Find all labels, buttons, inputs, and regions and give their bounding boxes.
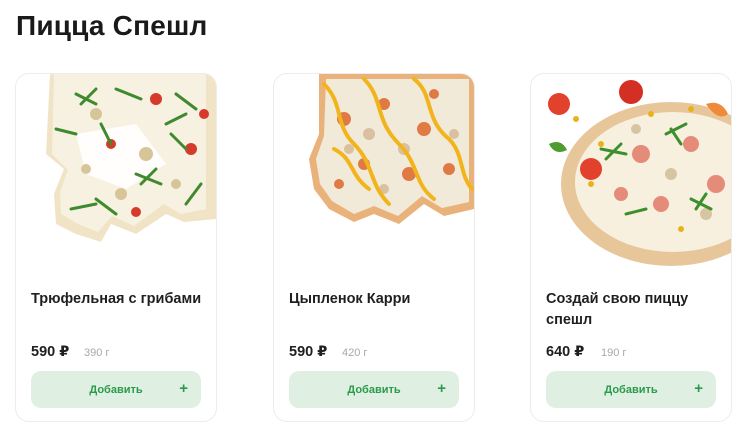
add-button-label: Добавить: [347, 383, 401, 396]
product-image[interactable]: [531, 74, 731, 279]
add-button[interactable]: Добавить +: [546, 371, 716, 408]
product-title: Трюфельная с грибами: [31, 291, 202, 307]
product-weight: 190 г: [601, 347, 627, 359]
product-weight: 390 г: [84, 347, 110, 359]
product-title: Создай свою пиццу спешл: [546, 291, 689, 328]
plus-icon: +: [179, 380, 188, 397]
product-card-truffle[interactable]: Трюфельная с грибами 590 ₽ 390 г Добавит…: [15, 73, 217, 422]
product-price: 590 ₽: [289, 344, 328, 360]
add-button[interactable]: Добавить +: [31, 371, 201, 408]
product-price: 590 ₽: [31, 344, 70, 360]
add-button-label: Добавить: [604, 383, 658, 396]
product-weight: 420 г: [342, 347, 368, 359]
product-image[interactable]: [274, 74, 474, 279]
product-card-curry[interactable]: Цыпленок Карри 590 ₽ 420 г Добавить +: [273, 73, 475, 422]
plus-icon: +: [694, 380, 703, 397]
plus-icon: +: [437, 380, 446, 397]
page-title: Пицца Спешл: [16, 10, 208, 41]
product-card-build-your-own[interactable]: Создай свою пиццу спешл 640 ₽ 190 г Доба…: [530, 73, 732, 422]
product-price: 640 ₽: [546, 344, 585, 360]
add-button-label: Добавить: [89, 383, 143, 396]
add-button[interactable]: Добавить +: [289, 371, 459, 408]
product-title: Цыпленок Карри: [289, 291, 411, 307]
product-image[interactable]: [16, 74, 216, 279]
